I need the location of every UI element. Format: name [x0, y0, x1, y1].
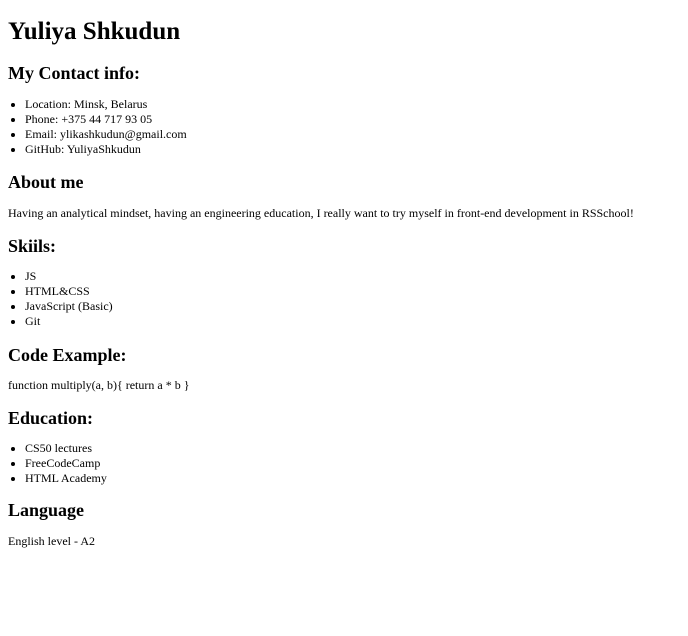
education-heading: Education:: [8, 408, 94, 428]
code-heading: Code Example:: [8, 345, 127, 365]
skill-item: HTML&CSS: [25, 284, 680, 299]
about-heading: About me: [8, 172, 84, 192]
contact-location: Location: Minsk, Belarus: [25, 97, 680, 112]
contact-heading: My Contact info:: [8, 63, 140, 83]
page-title: Yuliya Shkudun: [8, 18, 181, 45]
about-text: Having an analytical mindset, having an …: [8, 206, 634, 220]
education-item: FreeCodeCamp: [25, 456, 680, 471]
cv-page: Yuliya Shkudun My Contact info: Location…: [0, 17, 688, 549]
language-text: English level - A2: [8, 534, 95, 548]
education-item: CS50 lectures: [25, 441, 680, 456]
contact-phone: Phone: +375 44 717 93 05: [25, 112, 680, 127]
skill-item: JS: [25, 269, 680, 284]
skill-item: Git: [25, 314, 680, 329]
code-example-text: function multiply(a, b){ return a * b }: [8, 378, 190, 392]
skills-list: JS HTML&CSS JavaScript (Basic) Git: [8, 269, 680, 329]
education-item: HTML Academy: [25, 471, 680, 486]
contact-github: GitHub: YuliyaShkudun: [25, 142, 680, 157]
education-list: CS50 lectures FreeCodeCamp HTML Academy: [8, 441, 680, 486]
contact-email: Email: ylikashkudun@gmail.com: [25, 127, 680, 142]
skill-item: JavaScript (Basic): [25, 299, 680, 314]
language-heading: Language: [8, 500, 85, 520]
skills-heading: Skiils:: [8, 236, 57, 256]
contact-list: Location: Minsk, Belarus Phone: +375 44 …: [8, 97, 680, 157]
